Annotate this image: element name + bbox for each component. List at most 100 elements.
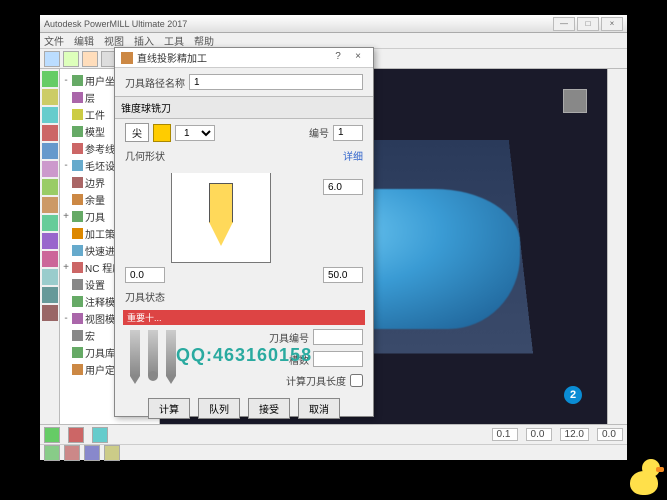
expand-icon[interactable]: -: [62, 313, 70, 324]
toolpath-name-label: 刀具路径名称: [125, 75, 185, 90]
tool-icon[interactable]: [42, 197, 58, 213]
toolbar-button[interactable]: [82, 51, 98, 67]
tool-select[interactable]: 1: [175, 125, 215, 141]
close-button[interactable]: ×: [601, 17, 623, 31]
tree-node-icon: [72, 126, 83, 137]
dialog-titlebar[interactable]: 直线投影精加工 ? ×: [115, 48, 373, 68]
tree-node-icon: [72, 160, 83, 171]
tree-label: 宏: [85, 328, 95, 343]
toolpath-name-input[interactable]: [189, 74, 363, 90]
tool-diagram: [171, 173, 271, 263]
tree-label: 工件: [85, 107, 105, 122]
menu-item[interactable]: 编辑: [74, 33, 94, 48]
dialog-button-队列[interactable]: 队列: [198, 398, 240, 419]
tool-icon[interactable]: [42, 107, 58, 123]
status-value: 0.0: [597, 428, 623, 441]
tool-icon[interactable]: [42, 233, 58, 249]
detail-link[interactable]: 详细: [343, 148, 363, 163]
dialog-button-计算[interactable]: 计算: [148, 398, 190, 419]
maximize-button[interactable]: □: [577, 17, 599, 31]
bottom-bar: [40, 444, 627, 460]
tree-node-icon: [72, 211, 83, 222]
tree-node-icon: [72, 177, 83, 188]
dialog-help-button[interactable]: ?: [329, 51, 347, 65]
menu-item[interactable]: 插入: [134, 33, 154, 48]
bottom-icon[interactable]: [84, 445, 100, 461]
tree-node-icon: [72, 228, 83, 239]
tool-id-label: 刀具编号: [269, 330, 309, 345]
expand-icon[interactable]: -: [62, 75, 70, 86]
toolbar-button[interactable]: [44, 51, 60, 67]
diameter-input[interactable]: [323, 179, 363, 195]
tree-label: 刀具库: [85, 345, 115, 360]
bottom-icon[interactable]: [64, 445, 80, 461]
tree-node-icon: [72, 279, 83, 290]
calc-length-checkbox[interactable]: [350, 374, 363, 387]
expand-icon[interactable]: -: [62, 160, 70, 171]
tool-type-icon[interactable]: [153, 124, 171, 142]
geometry-label: 几何形状: [125, 148, 165, 163]
bottom-left-input[interactable]: [125, 267, 165, 283]
calc-length-label: 计算刀具长度: [286, 373, 346, 388]
tree-node-icon: [72, 330, 83, 341]
tree-node-icon: [72, 143, 83, 154]
bottom-icon[interactable]: [104, 445, 120, 461]
window-titlebar: Autodesk PowerMILL Ultimate 2017 — □ ×: [40, 15, 627, 33]
tool-icon[interactable]: [42, 287, 58, 303]
status-value: 12.0: [560, 428, 589, 441]
status-icon[interactable]: [44, 427, 60, 443]
menu-item[interactable]: 文件: [44, 33, 64, 48]
bottom-icon[interactable]: [44, 445, 60, 461]
dialog-title: 直线投影精加工: [137, 50, 327, 65]
tool-id-input[interactable]: [313, 329, 363, 345]
tool-bits-overlay: [130, 330, 176, 376]
tool-icon[interactable]: [42, 179, 58, 195]
dialog-button-接受[interactable]: 接受: [248, 398, 290, 419]
tree-node-icon: [72, 75, 83, 86]
tree-node-icon: [72, 347, 83, 358]
section-title: 锥度球铣刀: [121, 100, 367, 115]
tool-icon[interactable]: [42, 251, 58, 267]
tool-bit-icon: [166, 330, 176, 376]
tool-number-input[interactable]: [333, 125, 363, 141]
menu-item[interactable]: 工具: [164, 33, 184, 48]
expand-icon[interactable]: +: [62, 211, 70, 222]
expand-icon[interactable]: +: [62, 262, 70, 273]
tool-tab[interactable]: 尖: [125, 123, 149, 142]
tool-icon[interactable]: [42, 89, 58, 105]
tool-icon[interactable]: [42, 215, 58, 231]
length-input[interactable]: [323, 267, 363, 283]
minimize-button[interactable]: —: [553, 17, 575, 31]
tool-section-header: 锥度球铣刀: [115, 96, 373, 119]
status-icon[interactable]: [68, 427, 84, 443]
tool-bit-icon: [148, 330, 158, 376]
tool-state-label: 刀具状态: [125, 289, 165, 304]
tool-icon[interactable]: [42, 269, 58, 285]
dialog-icon: [121, 52, 133, 64]
status-icon[interactable]: [92, 427, 108, 443]
menu-item[interactable]: 视图: [104, 33, 124, 48]
tool-icon[interactable]: [42, 305, 58, 321]
tree-node-icon: [72, 92, 83, 103]
tree-label: 模型: [85, 124, 105, 139]
mascot-icon: [626, 459, 662, 495]
menu-item[interactable]: 帮助: [194, 33, 214, 48]
tree-label: 刀具: [85, 209, 105, 224]
right-toolbar: [607, 69, 627, 424]
tree-node-icon: [72, 296, 83, 307]
view-cube[interactable]: [563, 89, 587, 113]
tree-label: 设置: [85, 277, 105, 292]
flutes-input[interactable]: [313, 351, 363, 367]
tool-icon[interactable]: [42, 143, 58, 159]
tree-node-icon: [72, 262, 83, 273]
watermark-text: QQ:463160158: [176, 345, 312, 366]
left-toolbar: [40, 69, 60, 424]
tool-icon[interactable]: [42, 161, 58, 177]
dialog-close-button[interactable]: ×: [349, 51, 367, 65]
tool-icon[interactable]: [42, 71, 58, 87]
tool-number-label: 编号: [309, 125, 329, 140]
tool-icon[interactable]: [42, 125, 58, 141]
toolbar-button[interactable]: [63, 51, 79, 67]
dialog-button-取消[interactable]: 取消: [298, 398, 340, 419]
tree-label: 余量: [85, 192, 105, 207]
